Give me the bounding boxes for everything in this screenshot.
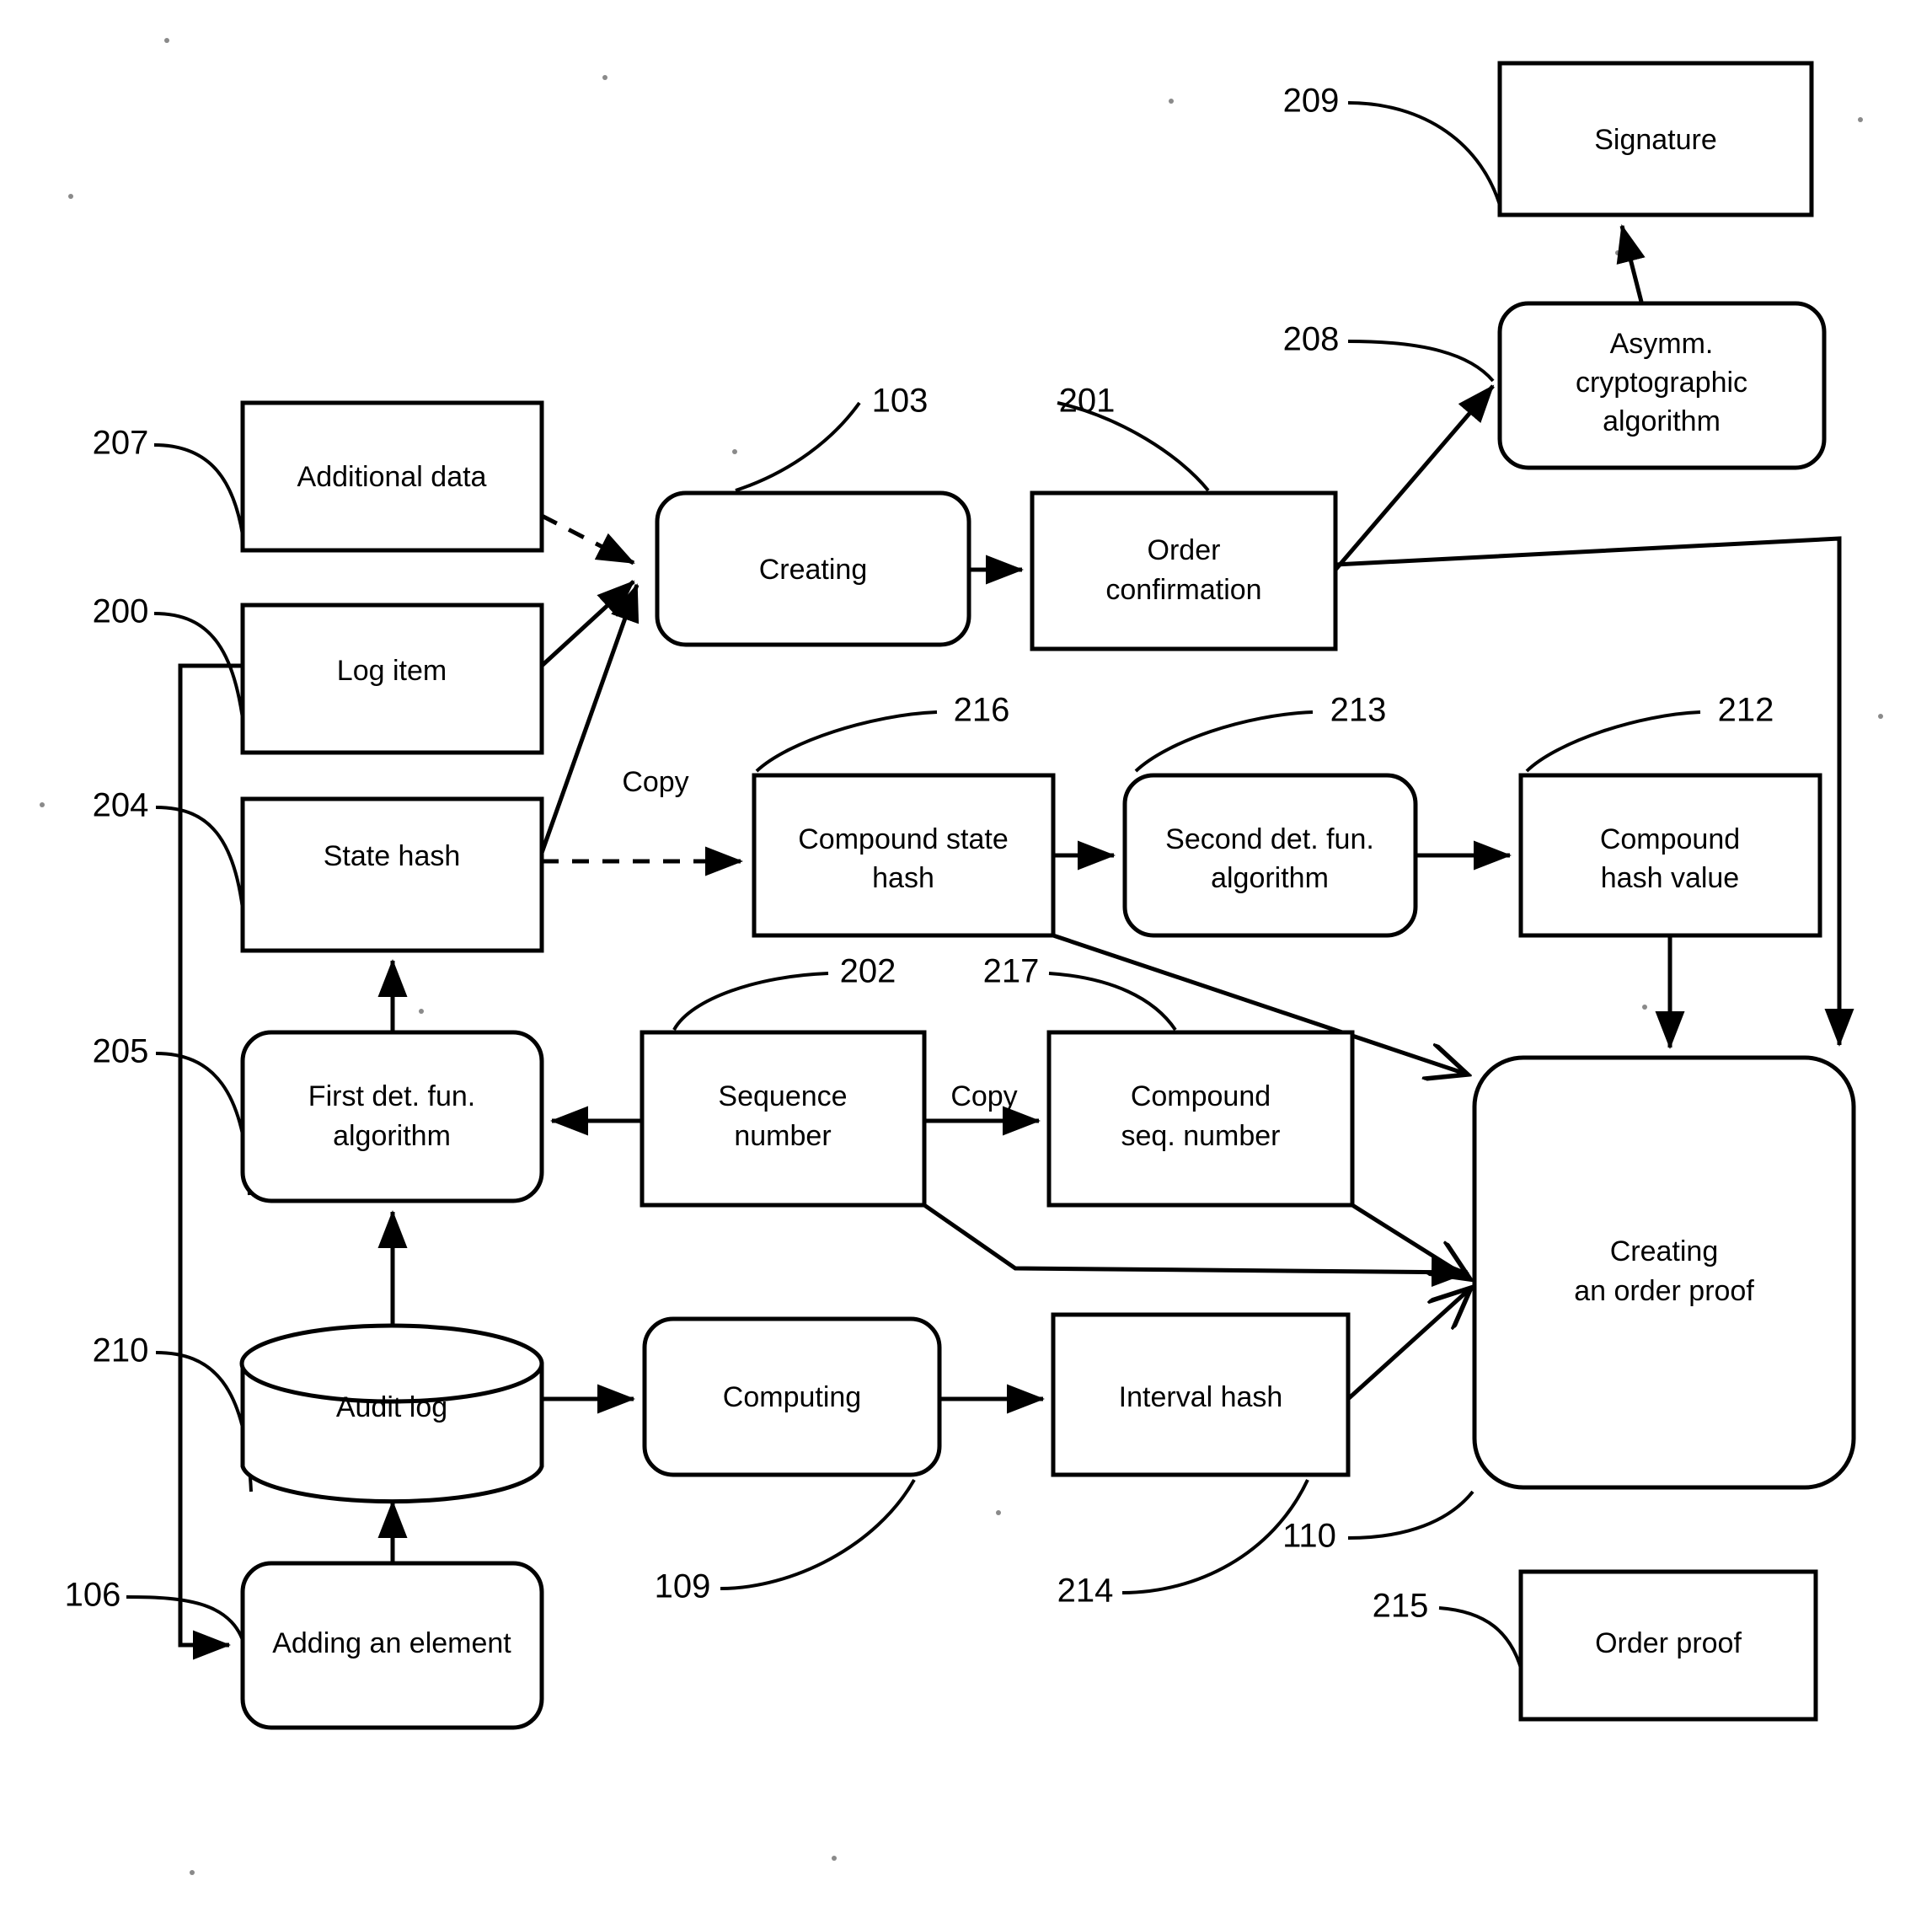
- node-second-det-line2: algorithm: [1211, 862, 1329, 894]
- node-order-confirmation-line2: confirmation: [1105, 574, 1261, 606]
- node-second-det-fun-algorithm[interactable]: Second det. fun. algorithm: [1122, 773, 1418, 938]
- patent-diagram-canvas: Signature Asymm. cryptographic algorithm…: [0, 0, 1932, 1913]
- node-order-proof-process-line1: Creating: [1610, 1235, 1719, 1267]
- ref-200: 200: [93, 593, 149, 630]
- node-creating[interactable]: Creating: [655, 490, 971, 647]
- node-compound-seq-number-line1: Compound: [1131, 1080, 1271, 1112]
- node-sequence-number-line2: number: [734, 1120, 831, 1152]
- node-compound-hash-value-line1: Compound: [1600, 823, 1740, 855]
- leader-205: [155, 1052, 251, 1196]
- ref-210: 210: [93, 1332, 149, 1369]
- ref-110: 110: [1282, 1518, 1336, 1555]
- node-asymm-line3: algorithm: [1603, 405, 1721, 437]
- node-compound-state-hash-line1: Compound state: [798, 823, 1009, 855]
- node-compound-hash-value[interactable]: Compound hash value: [1518, 773, 1822, 938]
- leader-208: [1347, 340, 1495, 383]
- node-signature[interactable]: Signature: [1497, 61, 1814, 217]
- ref-204: 204: [93, 787, 149, 824]
- node-additional-data[interactable]: Additional data: [240, 400, 544, 553]
- edge-asymm-to-signature: [1616, 224, 1646, 303]
- node-computing[interactable]: Computing: [642, 1316, 942, 1477]
- ref-208: 208: [1283, 321, 1340, 358]
- node-first-det-fun-algorithm[interactable]: First det. fun. algorithm: [240, 1030, 544, 1203]
- ref-216: 216: [954, 692, 1010, 729]
- leader-103: [735, 401, 861, 492]
- ref-213: 213: [1330, 692, 1387, 729]
- edge-log-item-to-creating: [540, 580, 635, 667]
- edge-additional-data-to-creating: [540, 513, 635, 565]
- node-order-proof-label: Order proof: [1595, 1627, 1742, 1659]
- node-interval-hash[interactable]: Interval hash: [1051, 1312, 1351, 1477]
- node-compound-seq-number-line2: seq. number: [1121, 1120, 1281, 1152]
- ref-103: 103: [872, 383, 929, 420]
- node-additional-data-label: Additional data: [297, 461, 487, 493]
- edge-label-copy-state-hash: Copy: [622, 766, 688, 798]
- ref-217: 217: [983, 953, 1040, 990]
- leader-207: [153, 443, 246, 547]
- node-audit-log-label: Audit log: [336, 1391, 447, 1423]
- node-order-proof-process-line2: an order proof: [1574, 1275, 1754, 1307]
- leader-200: [153, 612, 248, 749]
- node-order-proof[interactable]: Order proof: [1518, 1569, 1818, 1722]
- leader-217: [1048, 972, 1177, 1032]
- edge-state-hash-to-creating: [539, 583, 640, 854]
- node-order-confirmation[interactable]: Order confirmation: [1030, 490, 1338, 651]
- node-creating-an-order-proof[interactable]: Creating an order proof: [1472, 1055, 1856, 1490]
- node-log-item[interactable]: Log item: [240, 603, 544, 755]
- ref-214: 214: [1057, 1573, 1114, 1610]
- node-order-confirmation-line1: Order: [1148, 534, 1221, 566]
- ref-212: 212: [1718, 692, 1774, 729]
- node-creating-label: Creating: [759, 554, 868, 586]
- leader-213: [1134, 710, 1314, 773]
- ref-215: 215: [1373, 1588, 1429, 1625]
- node-computing-label: Computing: [723, 1381, 861, 1413]
- node-adding-an-element-label: Adding an element: [272, 1627, 511, 1659]
- node-audit-log[interactable]: Audit log: [239, 1323, 544, 1504]
- node-compound-state-hash-line2: hash: [872, 862, 934, 894]
- leader-204: [155, 806, 248, 946]
- leader-210: [155, 1351, 253, 1492]
- leader-215: [1438, 1606, 1525, 1678]
- node-signature-label: Signature: [1594, 124, 1717, 156]
- ref-202: 202: [840, 953, 896, 990]
- leader-109: [720, 1479, 916, 1590]
- ref-209: 209: [1283, 83, 1340, 120]
- leader-212: [1525, 710, 1701, 773]
- leader-214: [1121, 1479, 1309, 1594]
- node-interval-hash-label: Interval hash: [1119, 1381, 1283, 1413]
- node-state-hash[interactable]: State hash: [240, 796, 544, 953]
- node-compound-seq-number[interactable]: Compound seq. number: [1046, 1030, 1355, 1208]
- node-adding-an-element[interactable]: Adding an element: [240, 1561, 544, 1730]
- node-sequence-number[interactable]: Sequence number: [640, 1030, 927, 1208]
- edge-sequence-number-to-order-proof-process: [923, 1203, 1469, 1288]
- node-compound-hash-value-line2: hash value: [1601, 862, 1739, 894]
- edge-compound-seq-number-to-order-proof-process: [1351, 1203, 1470, 1279]
- node-asymm-line2: cryptographic: [1576, 367, 1747, 399]
- node-first-det-line2: algorithm: [333, 1120, 451, 1152]
- ref-109: 109: [655, 1568, 711, 1605]
- ref-201: 201: [1059, 383, 1116, 420]
- leader-110: [1347, 1490, 1474, 1540]
- edge-interval-hash-to-order-proof-process: [1346, 1288, 1471, 1401]
- diagram-svg: Signature Asymm. cryptographic algorithm…: [40, 38, 1883, 1875]
- leader-209: [1347, 101, 1503, 212]
- node-first-det-line1: First det. fun.: [308, 1080, 475, 1112]
- node-second-det-line1: Second det. fun.: [1165, 823, 1374, 855]
- node-sequence-number-line1: Sequence: [718, 1080, 847, 1112]
- ref-205: 205: [93, 1033, 149, 1070]
- ref-207: 207: [93, 425, 149, 462]
- node-state-hash-label: State hash: [324, 840, 461, 872]
- node-asymm-line1: Asymm.: [1610, 328, 1714, 360]
- edge-order-confirmation-to-asymm: [1334, 384, 1495, 571]
- node-compound-state-hash[interactable]: Compound state hash: [752, 773, 1056, 938]
- ref-106: 106: [65, 1577, 121, 1614]
- node-asymm-cryptographic-algorithm[interactable]: Asymm. cryptographic algorithm: [1497, 301, 1827, 470]
- edge-label-copy-sequence-number: Copy: [950, 1080, 1017, 1112]
- node-log-item-label: Log item: [337, 655, 447, 687]
- leader-216: [755, 710, 938, 773]
- leader-202: [672, 972, 829, 1031]
